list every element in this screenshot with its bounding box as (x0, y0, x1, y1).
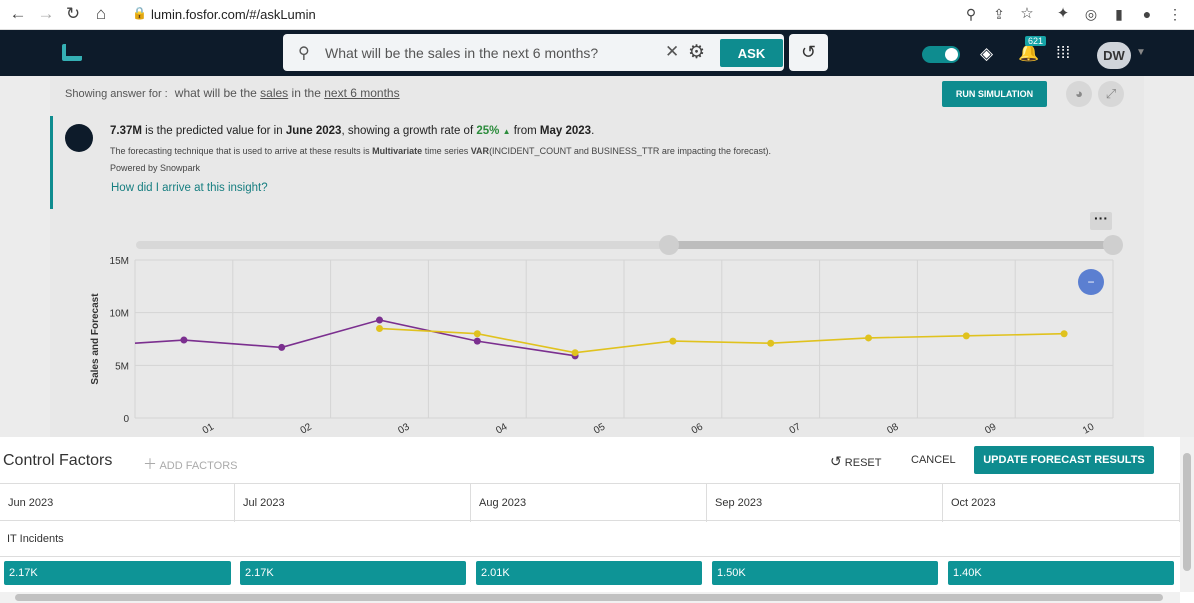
history-icon: ↺ (800, 42, 817, 62)
notification-badge: 621 (1025, 36, 1047, 46)
data-point[interactable] (376, 324, 383, 332)
factor-name: IT Incidents (7, 533, 64, 545)
range-handle-right[interactable] (1103, 235, 1123, 255)
data-point[interactable] (571, 349, 579, 357)
search-icon: ⚲ (298, 45, 310, 62)
share-icon[interactable]: ⇪ (990, 5, 1008, 23)
extensions-icon[interactable]: ✦ (1054, 5, 1072, 23)
gear-icon[interactable]: ⚙ (688, 41, 705, 64)
chevron-down-icon[interactable]: ▼ (1136, 47, 1146, 58)
data-point[interactable] (180, 336, 188, 344)
y-axis-label: Sales and Forecast (90, 293, 101, 385)
search-bar: ⚲ What will be the sales in the next 6 m… (283, 34, 784, 71)
x-tick-label: 02 (299, 421, 315, 436)
zoom-icon[interactable]: ⚲ (962, 5, 980, 23)
month-header: Sep 2023 (707, 484, 943, 522)
back-icon[interactable]: ← (9, 5, 27, 23)
factor-value-input[interactable]: 2.01K (476, 561, 702, 585)
month-header: Jul 2023 (235, 484, 471, 522)
update-forecast-button[interactable]: UPDATE FORECAST RESULTS (974, 446, 1154, 474)
y-axis: 0 5M 10M 15M (110, 256, 130, 425)
history-button[interactable]: ↺ (789, 34, 828, 71)
extension-icon[interactable]: ◎ (1082, 5, 1100, 23)
app-header: ⚲ What will be the sales in the next 6 m… (0, 30, 1194, 76)
month-header-row: Jun 2023 Jul 2023 Aug 2023 Sep 2023 Oct … (0, 483, 1180, 522)
clear-icon[interactable]: ✕ (665, 42, 679, 62)
bell-icon[interactable]: 🔔 (1018, 43, 1039, 63)
apps-grid-icon[interactable]: ⁞⁞⁞ (1056, 43, 1070, 63)
data-point[interactable] (376, 316, 383, 324)
forecast-chart: − 0 5M 10M 15M 01 02 03 04 05 06 07 08 09 10 Sales a… (90, 235, 1123, 437)
x-tick-label: 10 (1081, 421, 1097, 436)
theme-toggle[interactable] (922, 46, 960, 63)
lumin-logo[interactable] (62, 44, 82, 61)
data-point[interactable] (767, 339, 775, 347)
home-icon[interactable]: ⌂ (92, 5, 110, 23)
cancel-button[interactable]: CANCEL (911, 454, 956, 466)
scrollbar-thumb[interactable] (15, 594, 1163, 601)
x-tick-label: 09 (983, 421, 999, 436)
add-factors-button[interactable]: ＋ ADD FACTORS (143, 454, 237, 474)
chart-series (134, 316, 1068, 360)
scrollbar-thumb[interactable] (1183, 453, 1191, 571)
factor-value-input[interactable]: 2.17K (240, 561, 466, 585)
x-tick-label: 01 (201, 421, 217, 436)
zoom-out-icon: − (1087, 275, 1094, 289)
range-handle-left[interactable] (659, 235, 679, 255)
browser-menu-icon[interactable]: ⋮ (1166, 5, 1184, 23)
profile-icon[interactable]: ● (1138, 5, 1156, 23)
sidepanel-icon[interactable]: ▮ (1110, 5, 1128, 23)
bookmark-star-icon[interactable]: ☆ (1018, 5, 1036, 23)
search-input[interactable]: What will be the sales in the next 6 mon… (325, 45, 598, 61)
x-tick-label: 03 (396, 421, 412, 436)
x-axis: 01 02 03 04 05 06 07 08 09 10 (201, 421, 1097, 436)
x-tick-label: 04 (494, 421, 510, 436)
x-tick-label: 08 (885, 421, 901, 436)
reload-icon[interactable]: ↻ (64, 5, 82, 23)
control-factors-title: Control Factors (3, 452, 113, 469)
data-point[interactable] (473, 337, 481, 345)
data-point[interactable] (1060, 330, 1068, 338)
data-point[interactable] (865, 334, 872, 342)
range-slider-selection[interactable] (668, 241, 1118, 249)
month-header: Aug 2023 (471, 484, 707, 522)
reset-button[interactable]: ↺ RESET (830, 453, 881, 470)
answer-panel: Showing answer for : what will be the sa… (50, 76, 1144, 437)
main-area: Showing answer for : what will be the sa… (0, 76, 1194, 437)
month-header: Jun 2023 (0, 484, 235, 522)
y-tick-label: 15M (110, 256, 129, 267)
data-point[interactable] (278, 343, 286, 351)
y-tick-label: 10M (110, 309, 129, 320)
data-point[interactable] (962, 332, 970, 340)
factor-value-input[interactable]: 1.50K (712, 561, 938, 585)
data-point[interactable] (669, 337, 677, 345)
control-factors-panel: Control Factors ＋ ADD FACTORS ↺ RESET CA… (0, 437, 1180, 592)
series-line (134, 319, 576, 357)
x-tick-label: 06 (690, 421, 706, 436)
address-bar[interactable]: lumin.fosfor.com/#/askLumin (151, 7, 316, 22)
ask-button[interactable]: ASK (720, 39, 783, 67)
x-tick-label: 05 (592, 421, 608, 436)
forward-icon[interactable]: → (37, 5, 55, 23)
plus-icon: ＋ (143, 456, 157, 472)
factor-value-input[interactable]: 2.17K (4, 561, 231, 585)
factor-value-input[interactable]: 1.40K (948, 561, 1174, 585)
browser-toolbar: ← → ↻ ⌂ 🔒 lumin.fosfor.com/#/askLumin ⚲ … (0, 0, 1194, 30)
vertical-scrollbar[interactable] (1180, 437, 1194, 592)
factor-values-row: 2.17K 2.17K 2.01K 1.50K 1.40K (0, 556, 1180, 588)
month-header: Oct 2023 (943, 484, 1180, 522)
compass-icon[interactable]: ◈ (980, 44, 993, 64)
x-tick-label: 07 (788, 421, 804, 436)
y-tick-label: 0 (123, 414, 129, 425)
y-tick-label: 5M (115, 361, 129, 372)
horizontal-scrollbar[interactable] (0, 592, 1180, 603)
data-point[interactable] (473, 330, 481, 338)
lock-icon: 🔒 (132, 6, 147, 20)
avatar[interactable]: DW (1097, 42, 1131, 69)
reset-icon: ↺ (830, 453, 842, 469)
